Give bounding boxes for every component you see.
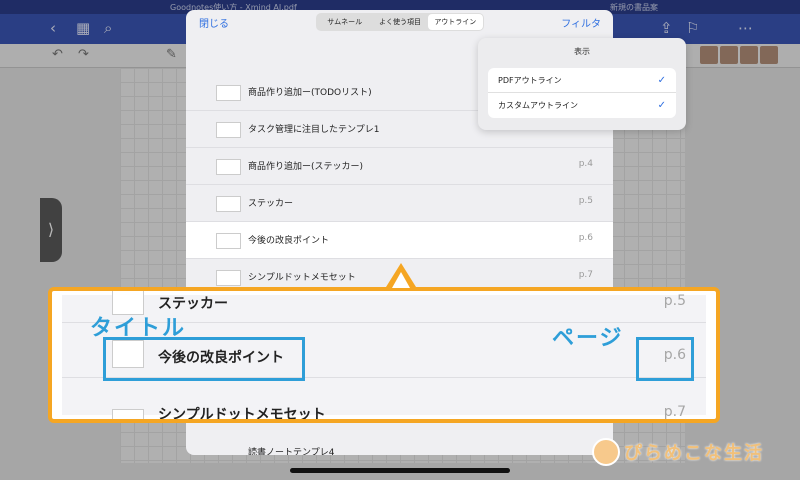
- outline-title: タスク管理に注目したテンプレ1: [248, 125, 380, 135]
- outline-page: p.5: [578, 196, 593, 206]
- close-button[interactable]: 閉じる: [199, 15, 229, 30]
- segment-favorites[interactable]: よく使う項目: [372, 14, 427, 30]
- page-thumbnail: [216, 196, 241, 212]
- page-thumbnail: [216, 159, 241, 175]
- popover-title: 表示: [574, 47, 590, 56]
- filter-option-label: PDFアウトライン: [498, 76, 562, 85]
- outline-page: p.6: [578, 233, 593, 243]
- checkmark-icon: ✓: [657, 75, 666, 86]
- filter-option-custom-outline[interactable]: カスタムアウトライン ✓: [488, 93, 676, 118]
- segment-outline[interactable]: アウトライン: [427, 14, 483, 30]
- list-item[interactable]: 商品作り追加ー(ステッカー) p.4: [186, 148, 613, 185]
- page-annotation-label: ページ: [552, 326, 624, 351]
- outline-title: 商品作り追加ー(ステッカー): [248, 162, 364, 172]
- outline-title: 商品作り追加ー(TODOリスト): [248, 88, 372, 98]
- list-item-selected[interactable]: 今後の改良ポイント p.6: [186, 222, 613, 259]
- page-highlight-box: [636, 337, 694, 381]
- list-item[interactable]: 読書ノートテンプレ4: [186, 440, 613, 455]
- outline-page: p.4: [578, 159, 593, 169]
- callout-arrow-inner: [392, 272, 410, 288]
- checkmark-icon: ✓: [657, 100, 666, 111]
- outline-title: 読書ノートテンプレ4: [248, 448, 335, 455]
- segment-thumbnails[interactable]: サムネール: [317, 14, 372, 30]
- filter-option-label: カスタムアウトライン: [498, 101, 578, 110]
- outline-title: 今後の改良ポイント: [248, 236, 330, 246]
- filter-popover: 表示 PDFアウトライン ✓ カスタムアウトライン ✓: [478, 38, 686, 130]
- zoom-row: シンプルドットメモセット p.7: [62, 403, 706, 423]
- list-item[interactable]: ステッカー p.5: [186, 185, 613, 222]
- home-indicator: [290, 468, 510, 473]
- page-thumbnail: [216, 85, 241, 101]
- filter-option-pdf-outline[interactable]: PDFアウトライン ✓: [488, 68, 676, 93]
- page-thumbnail: [216, 122, 241, 138]
- panel-header: 閉じる サムネール よく使う項目 アウトライン フィルタ: [186, 10, 613, 34]
- zoom-page: p.7: [663, 404, 686, 420]
- title-annotation-label: タイトル: [90, 316, 187, 341]
- watermark-text: ぴらめこな生活: [624, 443, 764, 464]
- outline-title: シンプルドットメモセット: [248, 273, 356, 283]
- page-thumbnail: [216, 233, 241, 249]
- site-watermark: ぴらめこな生活: [592, 432, 764, 472]
- outline-title: ステッカー: [248, 199, 294, 209]
- page-thumbnail: [216, 270, 241, 286]
- title-highlight-box: [103, 337, 305, 381]
- zoom-title: シンプルドットメモセット: [158, 407, 326, 423]
- zoom-page: p.5: [663, 293, 686, 309]
- view-segmented-control: サムネール よく使う項目 アウトライン: [316, 13, 484, 31]
- page-thumbnail: [112, 409, 144, 419]
- filter-button[interactable]: フィルタ: [561, 15, 601, 30]
- outline-page: p.7: [578, 270, 593, 280]
- logo-icon: [592, 438, 620, 466]
